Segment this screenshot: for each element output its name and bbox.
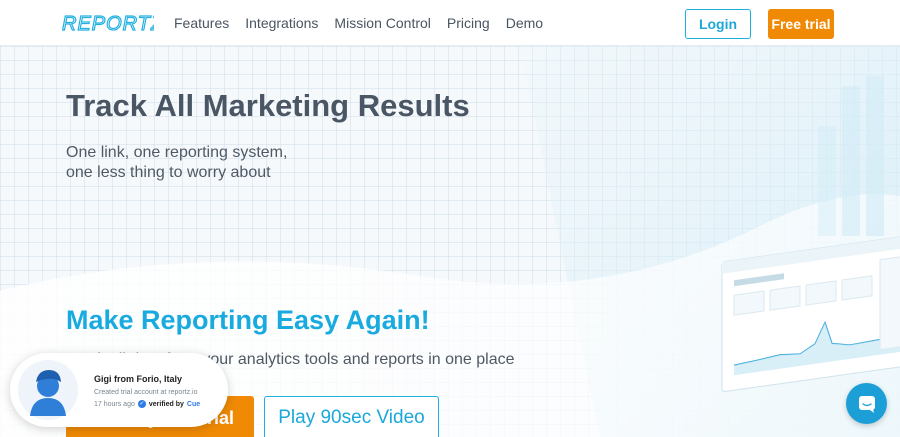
section-title: Make Reporting Easy Again! bbox=[66, 305, 430, 335]
notification-time: 17 hours ago bbox=[94, 400, 135, 408]
reportz-logo[interactable]: REPORTZ bbox=[62, 11, 154, 35]
nav-features[interactable]: Features bbox=[174, 15, 229, 31]
notification-meta: 17 hours ago ✓ verified by Cue bbox=[94, 400, 200, 408]
check-circle-icon: ✓ bbox=[137, 400, 146, 408]
signup-notification[interactable]: Gigi from Forio, Italy Created trial acc… bbox=[10, 353, 228, 427]
notification-name: Gigi from Forio, Italy bbox=[94, 374, 183, 384]
nav-mission-control[interactable]: Mission Control bbox=[334, 15, 430, 31]
chat-bubble-icon bbox=[858, 395, 875, 413]
login-button[interactable]: Login bbox=[685, 9, 751, 39]
nav-demo[interactable]: Demo bbox=[506, 15, 543, 31]
hero-subtitle-line-2: one less thing to worry about bbox=[66, 164, 271, 181]
svg-text:REPORTZ: REPORTZ bbox=[62, 13, 154, 35]
dashboard-mockup bbox=[721, 235, 900, 393]
nav-pricing[interactable]: Pricing bbox=[447, 15, 490, 31]
free-trial-button[interactable]: Free trial bbox=[768, 9, 834, 39]
top-navbar: REPORTZ Features Integrations Mission Co… bbox=[0, 0, 900, 46]
play-video-button[interactable]: Play 90sec Video bbox=[264, 396, 439, 437]
hero-subtitle: One link, one reporting system, one less… bbox=[66, 143, 366, 183]
hero-subtitle-line-1: One link, one reporting system, bbox=[66, 144, 288, 161]
nav-integrations[interactable]: Integrations bbox=[245, 15, 318, 31]
notification-verifier: Cue bbox=[186, 400, 201, 408]
main-nav: Features Integrations Mission Control Pr… bbox=[174, 15, 543, 31]
hero-title: Track All Marketing Results bbox=[66, 88, 470, 123]
notification-verified: verified by bbox=[148, 400, 184, 408]
user-avatar-icon bbox=[18, 360, 78, 420]
chat-launcher-button[interactable] bbox=[846, 383, 887, 424]
notification-action: Created trial account at reportz.io bbox=[94, 389, 198, 396]
